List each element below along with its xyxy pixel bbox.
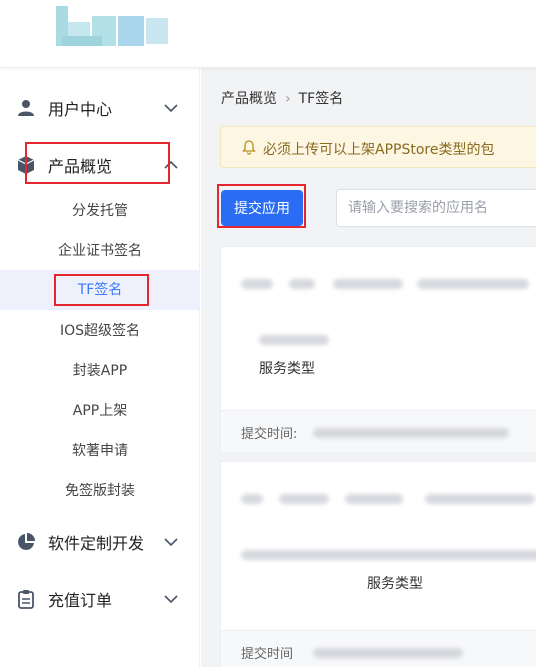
user-icon	[18, 100, 34, 116]
notice-text: 必须上传可以上架APPStore类型的包	[263, 142, 495, 158]
card-footer: 提交时间:	[221, 410, 536, 452]
submit-time-label: 提交时间:	[241, 427, 298, 442]
sidebar-group-label: 充值订单	[48, 591, 113, 610]
sidebar-group-label: 用户中心	[48, 100, 113, 119]
top-bar	[0, 0, 536, 68]
breadcrumb-current: TF签名	[298, 91, 344, 107]
redacted-text	[417, 279, 529, 289]
notice-banner: 必须上传可以上架APPStore类型的包	[220, 126, 536, 168]
redacted-text	[241, 494, 263, 504]
redacted-text	[289, 279, 315, 289]
redacted-text	[333, 279, 403, 289]
sidebar-group-label: 产品概览	[48, 157, 113, 176]
clipboard-icon	[18, 590, 34, 609]
breadcrumb-parent[interactable]: 产品概览	[221, 91, 277, 107]
redacted-text	[313, 428, 509, 438]
cube-icon	[17, 156, 35, 174]
brand-logo[interactable]	[56, 6, 168, 48]
app-card[interactable]: 服务类型 提交时间:	[220, 246, 536, 452]
sidebar-item-wrap-app[interactable]: 封装APP	[0, 351, 200, 391]
redacted-text	[259, 335, 329, 345]
sidebar-item-sign-free-wrap[interactable]: 免签版封装	[0, 471, 200, 511]
submit-app-button[interactable]: 提交应用	[221, 190, 303, 226]
redacted-text	[241, 279, 273, 289]
sidebar-group-product-overview[interactable]: 产品概览	[0, 137, 200, 193]
pie-chart-icon	[18, 533, 35, 550]
service-type-label: 服务类型	[259, 361, 315, 377]
chevron-down-icon	[164, 538, 178, 547]
sidebar-item-ios-super-sign[interactable]: IOS超级签名	[0, 311, 200, 351]
redacted-text	[345, 494, 403, 504]
sidebar-group-recharge-orders[interactable]: 充值订单	[0, 571, 200, 627]
app-card[interactable]: 服务类型 提交时间	[220, 461, 536, 667]
redacted-text	[313, 648, 463, 658]
breadcrumb-separator: ›	[285, 91, 291, 107]
sidebar-item-distribution[interactable]: 分发托管	[0, 191, 200, 231]
search-input[interactable]	[336, 189, 536, 227]
card-footer: 提交时间	[221, 630, 536, 667]
redacted-text	[241, 550, 536, 560]
sidebar-group-custom-dev[interactable]: 软件定制开发	[0, 514, 200, 570]
redacted-text	[425, 494, 535, 504]
chevron-up-icon	[164, 160, 178, 169]
submit-time-label: 提交时间	[241, 647, 294, 662]
chevron-down-icon	[164, 595, 178, 604]
service-type-label: 服务类型	[367, 576, 423, 592]
bell-icon	[242, 140, 256, 155]
sidebar-item-copyright[interactable]: 软著申请	[0, 431, 200, 471]
sidebar-group-label: 软件定制开发	[48, 534, 145, 553]
main-content: 产品概览 › TF签名 必须上传可以上架APPStore类型的包 提交应用 服务类型…	[201, 68, 536, 667]
sidebar-item-tf-sign[interactable]: TF签名	[0, 270, 200, 310]
sidebar-item-app-listing[interactable]: APP上架	[0, 391, 200, 431]
sidebar-item-enterprise-cert[interactable]: 企业证书签名	[0, 231, 200, 271]
sidebar: 用户中心 产品概览 分发托管 企业证书签名 TF签名 IOS超级签名 封装APP…	[0, 68, 200, 667]
chevron-down-icon	[164, 104, 178, 113]
breadcrumb: 产品概览 › TF签名	[221, 88, 343, 108]
redacted-text	[279, 494, 329, 504]
sidebar-group-user-center[interactable]: 用户中心	[0, 80, 200, 136]
